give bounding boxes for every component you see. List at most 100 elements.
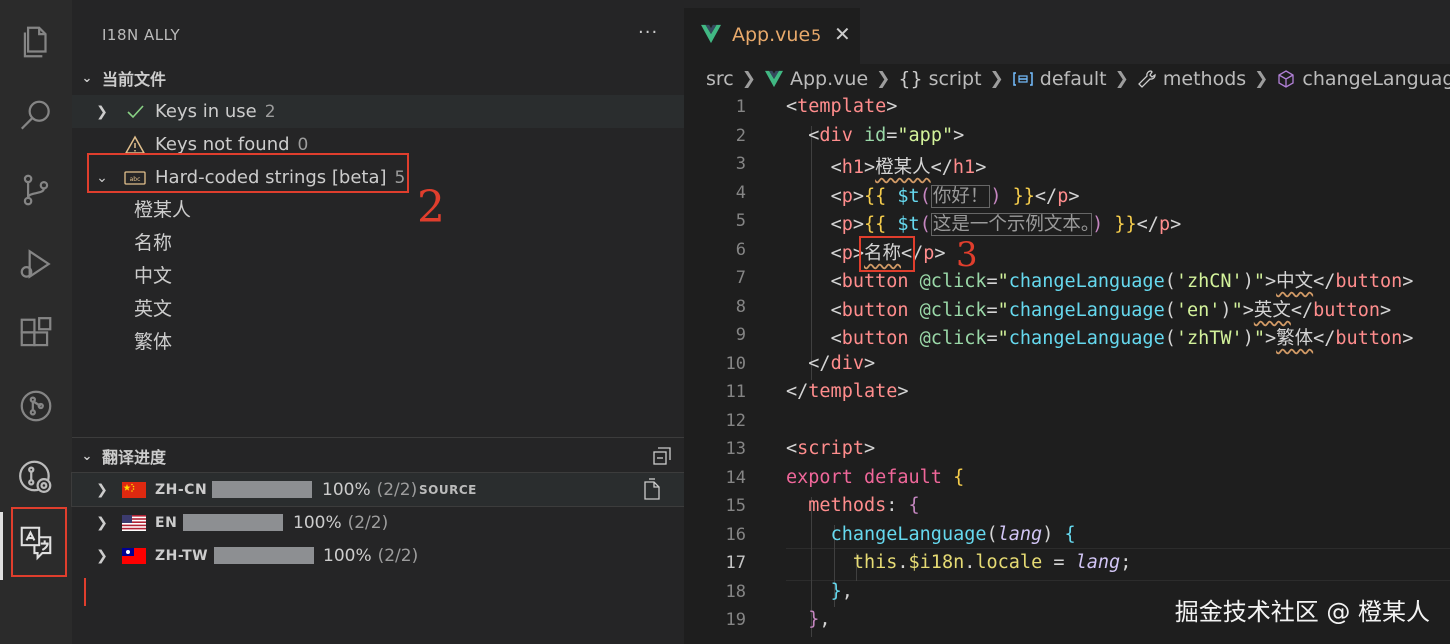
- chevron-right-icon: ❯: [96, 514, 108, 531]
- breadcrumb-item[interactable]: default: [1040, 68, 1107, 90]
- breadcrumb-item[interactable]: changeLanguage: [1302, 68, 1450, 90]
- vue-icon: [701, 24, 721, 44]
- source-control-icon[interactable]: [0, 160, 72, 220]
- progress-row-en[interactable]: ❯ EN 100% (2/2): [72, 506, 684, 539]
- i18n-ally-sidebar: I18N ALLY ··· ⌄ 当前文件 ❯ Keys in use 2 Keys…: [71, 0, 685, 644]
- search-icon[interactable]: [0, 86, 72, 146]
- method-cube-icon: [1276, 69, 1296, 89]
- chevron-right-icon: ❯: [741, 69, 756, 89]
- line-number: 2: [735, 126, 746, 146]
- keys-in-use-label: Keys in use: [155, 101, 257, 122]
- more-actions-icon[interactable]: ···: [638, 22, 658, 43]
- code-line[interactable]: <p>{{ $t(你好！) }}</p>: [786, 182, 1079, 208]
- code-line[interactable]: <template>: [786, 96, 897, 117]
- tab-label: App.vue: [732, 24, 811, 46]
- code-line[interactable]: },: [786, 609, 830, 630]
- line-number: 15: [725, 496, 746, 516]
- hardcoded-item[interactable]: 英文: [134, 293, 172, 326]
- line-number: 5: [735, 211, 746, 231]
- line-number: 6: [735, 240, 746, 260]
- progress-count: (2/2): [377, 545, 419, 566]
- annotation-number-2: 2: [417, 182, 445, 233]
- code-line[interactable]: <script>: [786, 438, 875, 459]
- breadcrumb: src ❯ App.vue ❯ {} script ❯ default ❯ me…: [706, 66, 1450, 92]
- code-line[interactable]: },: [786, 581, 853, 602]
- section-current-file[interactable]: ⌄ 当前文件: [72, 63, 684, 93]
- code-line[interactable]: export default {: [786, 467, 964, 488]
- tab-app-vue[interactable]: App.vue 5 ✕: [684, 8, 860, 64]
- section-progress[interactable]: ⌄ 翻译进度: [72, 441, 684, 471]
- breadcrumb-item[interactable]: src: [706, 68, 734, 90]
- open-editor-icon[interactable]: [640, 478, 664, 506]
- close-icon[interactable]: ✕: [834, 22, 851, 46]
- breadcrumb-item[interactable]: script: [929, 68, 982, 90]
- code-line[interactable]: this.$i18n.locale = lang;: [786, 552, 1132, 573]
- code-line[interactable]: <div id="app">: [786, 125, 964, 146]
- keys-in-use-count: 2: [264, 102, 276, 122]
- chevron-right-icon: ❯: [876, 69, 891, 89]
- hardcoded-item[interactable]: 繁体: [134, 326, 172, 359]
- progress-bar: [183, 514, 283, 531]
- explorer-icon[interactable]: [0, 12, 72, 72]
- breadcrumb-item[interactable]: App.vue: [790, 68, 868, 90]
- code-line[interactable]: </div>: [786, 353, 875, 374]
- line-number: 11: [725, 382, 746, 402]
- annotation-box-name: [859, 236, 915, 272]
- code-line[interactable]: <button @click="changeLanguage('zhTW')">…: [786, 324, 1414, 350]
- progress-percent: 100%: [322, 479, 371, 500]
- hardcoded-item[interactable]: 名称: [134, 227, 172, 260]
- annotation-number-3: 3: [956, 235, 978, 275]
- watermark: 掘金技术社区 @ 橙某人: [1174, 598, 1430, 626]
- line-number: 18: [725, 582, 746, 602]
- progress-count: (2/2): [376, 479, 418, 500]
- code-line[interactable]: changeLanguage(lang) {: [786, 524, 1076, 545]
- line-number: 9: [735, 325, 746, 345]
- check-icon: [124, 101, 146, 123]
- chevron-right-icon: ❯: [96, 481, 108, 498]
- line-number: 16: [725, 525, 746, 545]
- vue-icon: [764, 70, 784, 88]
- line-number: 10: [725, 354, 746, 374]
- gitlens-icon[interactable]: [0, 446, 72, 506]
- section-divider: [72, 437, 684, 438]
- line-number: 1: [735, 97, 746, 117]
- progress-bar: [214, 547, 314, 564]
- chevron-right-icon: ❯: [1114, 69, 1129, 89]
- keys-not-found-label: Keys not found: [155, 134, 290, 155]
- collapse-all-icon[interactable]: [652, 446, 672, 470]
- git-graph-icon[interactable]: [0, 376, 72, 436]
- chevron-right-icon: ❯: [96, 103, 108, 120]
- locale-code: EN: [155, 514, 178, 531]
- line-number: 12: [725, 411, 746, 431]
- code-line[interactable]: <button @click="changeLanguage('en')">英文…: [786, 296, 1392, 322]
- locale-code: ZH-TW: [155, 547, 209, 564]
- section-progress-label: 翻译进度: [102, 448, 167, 467]
- tree-item-keys-in-use[interactable]: ❯ Keys in use 2: [72, 95, 684, 128]
- code-line[interactable]: <h1>橙某人</h1>: [786, 153, 987, 179]
- code-line[interactable]: <p>{{ $t(这是一个示例文本。) }}</p>: [786, 210, 1181, 236]
- progress-row-zh-tw[interactable]: ❯ ZH-TW 100% (2/2): [72, 539, 684, 572]
- code-line[interactable]: methods: {: [786, 495, 919, 516]
- annotation-mark: [84, 578, 86, 606]
- progress-bar: [212, 481, 312, 498]
- line-number: 4: [735, 183, 746, 203]
- taiwan-flag-icon: [122, 547, 146, 564]
- section-current-file-label: 当前文件: [102, 70, 167, 89]
- code-line[interactable]: </template>: [786, 381, 909, 402]
- us-flag-icon: [122, 514, 146, 531]
- hardcoded-item[interactable]: 橙某人: [134, 194, 191, 227]
- problem-count: 5: [811, 26, 822, 45]
- progress-row-zh-cn[interactable]: ❯ ZH-CN 100% (2/2) SOURCE: [71, 472, 685, 507]
- hardcoded-item[interactable]: 中文: [134, 260, 172, 293]
- breadcrumb-item[interactable]: methods: [1163, 68, 1246, 90]
- tab-bar: App.vue 5 ✕: [684, 0, 1450, 64]
- braces-icon: {}: [898, 68, 923, 90]
- variable-icon: [1012, 71, 1034, 87]
- progress-percent: 100%: [293, 512, 342, 533]
- progress-percent: 100%: [323, 545, 372, 566]
- source-badge: SOURCE: [419, 482, 477, 497]
- locale-code: ZH-CN: [155, 481, 208, 498]
- extensions-icon[interactable]: [0, 304, 72, 364]
- line-number: 3: [735, 154, 746, 174]
- run-debug-icon[interactable]: [0, 234, 72, 294]
